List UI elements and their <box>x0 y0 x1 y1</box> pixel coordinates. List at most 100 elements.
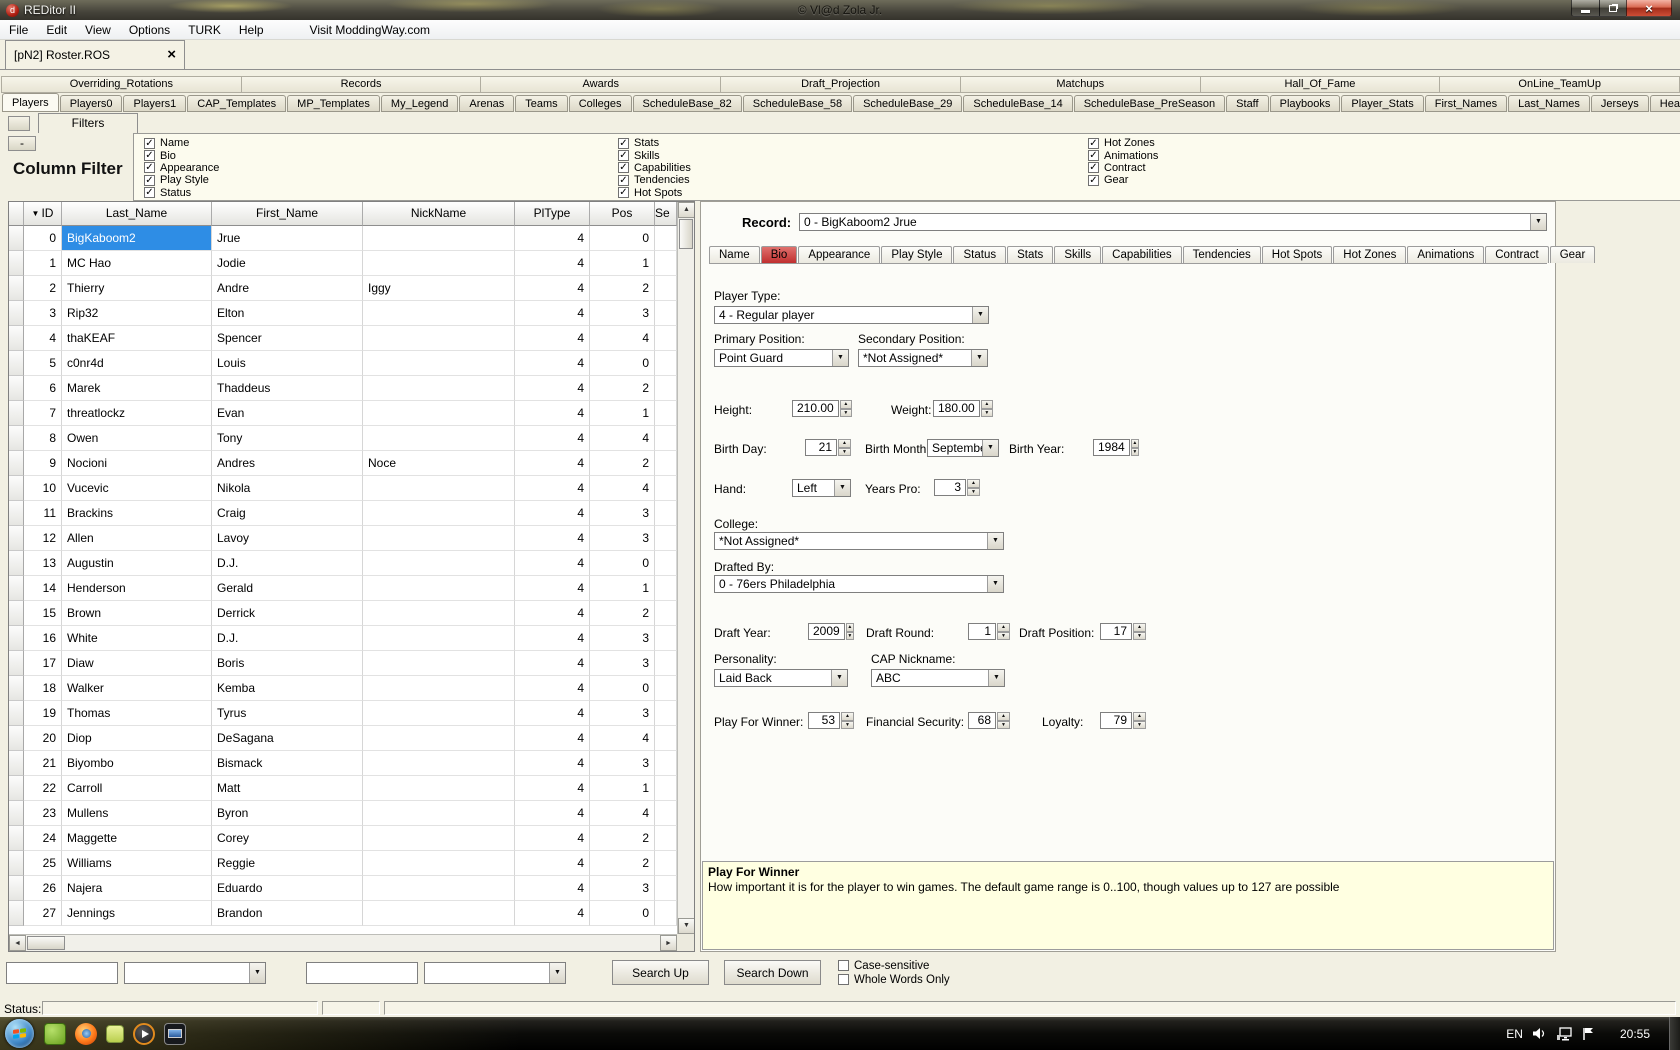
cell-se[interactable] <box>655 726 677 751</box>
sheet-tab-teams[interactable]: Teams <box>515 95 567 112</box>
sheet-tab-schedulebase-14[interactable]: ScheduleBase_14 <box>963 95 1072 112</box>
cell-pltype[interactable]: 4 <box>515 676 590 701</box>
cell-id[interactable]: 11 <box>24 501 62 526</box>
cell-pltype[interactable]: 4 <box>515 626 590 651</box>
cell-first-name[interactable]: Jodie <box>212 251 363 276</box>
column-header-id[interactable]: ▼ID <box>24 202 62 226</box>
cell-first-name[interactable]: Derrick <box>212 601 363 626</box>
personality-dropdown[interactable]: Laid Back▼ <box>714 669 848 687</box>
row-selector[interactable] <box>9 551 24 576</box>
cell-pltype[interactable]: 4 <box>515 776 590 801</box>
cell-first-name[interactable]: Corey <box>212 826 363 851</box>
sheet-tab-mp-templates[interactable]: MP_Templates <box>287 95 380 112</box>
menu-item-file[interactable]: File <box>0 23 37 37</box>
cell-first-name[interactable]: D.J. <box>212 551 363 576</box>
cell-se[interactable] <box>655 326 677 351</box>
cell-nickname[interactable] <box>363 901 515 926</box>
sheet-tab-staff[interactable]: Staff <box>1226 95 1268 112</box>
sheet-tab-headshapes[interactable]: Headshapes <box>1650 95 1680 112</box>
editor-tab-hot-spots[interactable]: Hot Spots <box>1262 246 1333 263</box>
cell-id[interactable]: 1 <box>24 251 62 276</box>
speaker-icon[interactable] <box>1532 1027 1547 1040</box>
cell-pos[interactable]: 0 <box>590 351 655 376</box>
cell-nickname[interactable] <box>363 651 515 676</box>
cell-pltype[interactable]: 4 <box>515 476 590 501</box>
group-tab-online-teamup[interactable]: OnLine_TeamUp <box>1439 76 1680 93</box>
cell-pltype[interactable]: 4 <box>515 326 590 351</box>
row-selector[interactable] <box>9 726 24 751</box>
cell-pos[interactable]: 2 <box>590 276 655 301</box>
chevron-down-icon[interactable]: ▼ <box>987 533 1003 549</box>
row-selector[interactable] <box>9 401 24 426</box>
cell-se[interactable] <box>655 301 677 326</box>
birth-day-spinner[interactable]: 21 ▲▼ <box>805 439 851 456</box>
sheet-tab-player-stats[interactable]: Player_Stats <box>1341 95 1423 112</box>
cell-nickname[interactable] <box>363 676 515 701</box>
filter-option-appearance[interactable]: ✓Appearance <box>144 162 219 174</box>
sheet-tab-players1[interactable]: Players1 <box>123 95 186 112</box>
editor-tab-tendencies[interactable]: Tendencies <box>1183 246 1261 263</box>
cell-pltype[interactable]: 4 <box>515 551 590 576</box>
cell-first-name[interactable]: Lavoy <box>212 526 363 551</box>
cell-pltype[interactable]: 4 <box>515 501 590 526</box>
cell-last-name[interactable]: thaKEAF <box>62 326 212 351</box>
filter-option-play-style[interactable]: ✓Play Style <box>144 174 219 186</box>
editor-tab-gear[interactable]: Gear <box>1550 246 1596 263</box>
row-selector[interactable] <box>9 451 24 476</box>
editor-tab-status[interactable]: Status <box>953 246 1006 263</box>
row-selector[interactable] <box>9 626 24 651</box>
search-input-2[interactable] <box>306 962 418 984</box>
spin-up-icon[interactable]: ▲ <box>997 623 1010 632</box>
cell-nickname[interactable] <box>363 501 515 526</box>
show-desktop-button[interactable] <box>1669 1017 1680 1050</box>
row-selector[interactable] <box>9 876 24 901</box>
chevron-down-icon[interactable]: ▼ <box>834 480 850 496</box>
scroll-down-icon[interactable]: ▼ <box>678 918 695 934</box>
cell-se[interactable] <box>655 626 677 651</box>
cell-pos[interactable]: 4 <box>590 726 655 751</box>
cell-se[interactable] <box>655 601 677 626</box>
cell-nickname[interactable] <box>363 251 515 276</box>
group-tab-records[interactable]: Records <box>241 76 482 93</box>
play-for-winner-spinner[interactable]: 53 ▲▼ <box>808 712 854 729</box>
search-column-dropdown-1[interactable]: ▼ <box>124 962 266 984</box>
cell-id[interactable]: 4 <box>24 326 62 351</box>
cell-last-name[interactable]: Rip32 <box>62 301 212 326</box>
cell-se[interactable] <box>655 576 677 601</box>
scroll-right-icon[interactable]: ► <box>660 935 677 951</box>
spin-down-icon[interactable]: ▼ <box>997 632 1010 641</box>
start-button[interactable] <box>5 1019 34 1048</box>
column-header-nickname[interactable]: NickName <box>363 202 515 226</box>
cell-nickname[interactable] <box>363 751 515 776</box>
chevron-down-icon[interactable]: ▼ <box>972 307 988 323</box>
column-header-se[interactable]: Se <box>655 202 677 226</box>
cell-pltype[interactable]: 4 <box>515 826 590 851</box>
editor-tab-stats[interactable]: Stats <box>1007 246 1053 263</box>
cell-id[interactable]: 19 <box>24 701 62 726</box>
filter-option-tendencies[interactable]: ✓Tendencies <box>618 174 691 186</box>
cell-last-name[interactable]: Allen <box>62 526 212 551</box>
spin-up-icon[interactable]: ▲ <box>841 712 854 721</box>
maximize-button[interactable] <box>1599 0 1627 17</box>
financial-security-spinner[interactable]: 68 ▲▼ <box>968 712 1010 729</box>
row-selector[interactable] <box>9 351 24 376</box>
cell-nickname[interactable] <box>363 626 515 651</box>
cell-pltype[interactable]: 4 <box>515 876 590 901</box>
sheet-tab-players[interactable]: Players <box>2 93 59 112</box>
cell-pos[interactable]: 2 <box>590 451 655 476</box>
cell-first-name[interactable]: Spencer <box>212 326 363 351</box>
cell-pos[interactable]: 4 <box>590 801 655 826</box>
filter-option-hot-spots[interactable]: ✓Hot Spots <box>618 187 691 199</box>
action-center-flag-icon[interactable] <box>1582 1027 1595 1041</box>
row-selector[interactable] <box>9 851 24 876</box>
cell-pos[interactable]: 0 <box>590 676 655 701</box>
cell-last-name[interactable]: Biyombo <box>62 751 212 776</box>
display-app-icon[interactable] <box>164 1023 186 1045</box>
cell-pos[interactable]: 4 <box>590 326 655 351</box>
spin-up-icon[interactable]: ▲ <box>840 400 852 409</box>
qip-app-icon[interactable] <box>106 1025 124 1043</box>
cell-first-name[interactable]: Bismack <box>212 751 363 776</box>
cell-pos[interactable]: 4 <box>590 426 655 451</box>
spin-down-icon[interactable]: ▼ <box>841 721 854 730</box>
cell-last-name[interactable]: Owen <box>62 426 212 451</box>
